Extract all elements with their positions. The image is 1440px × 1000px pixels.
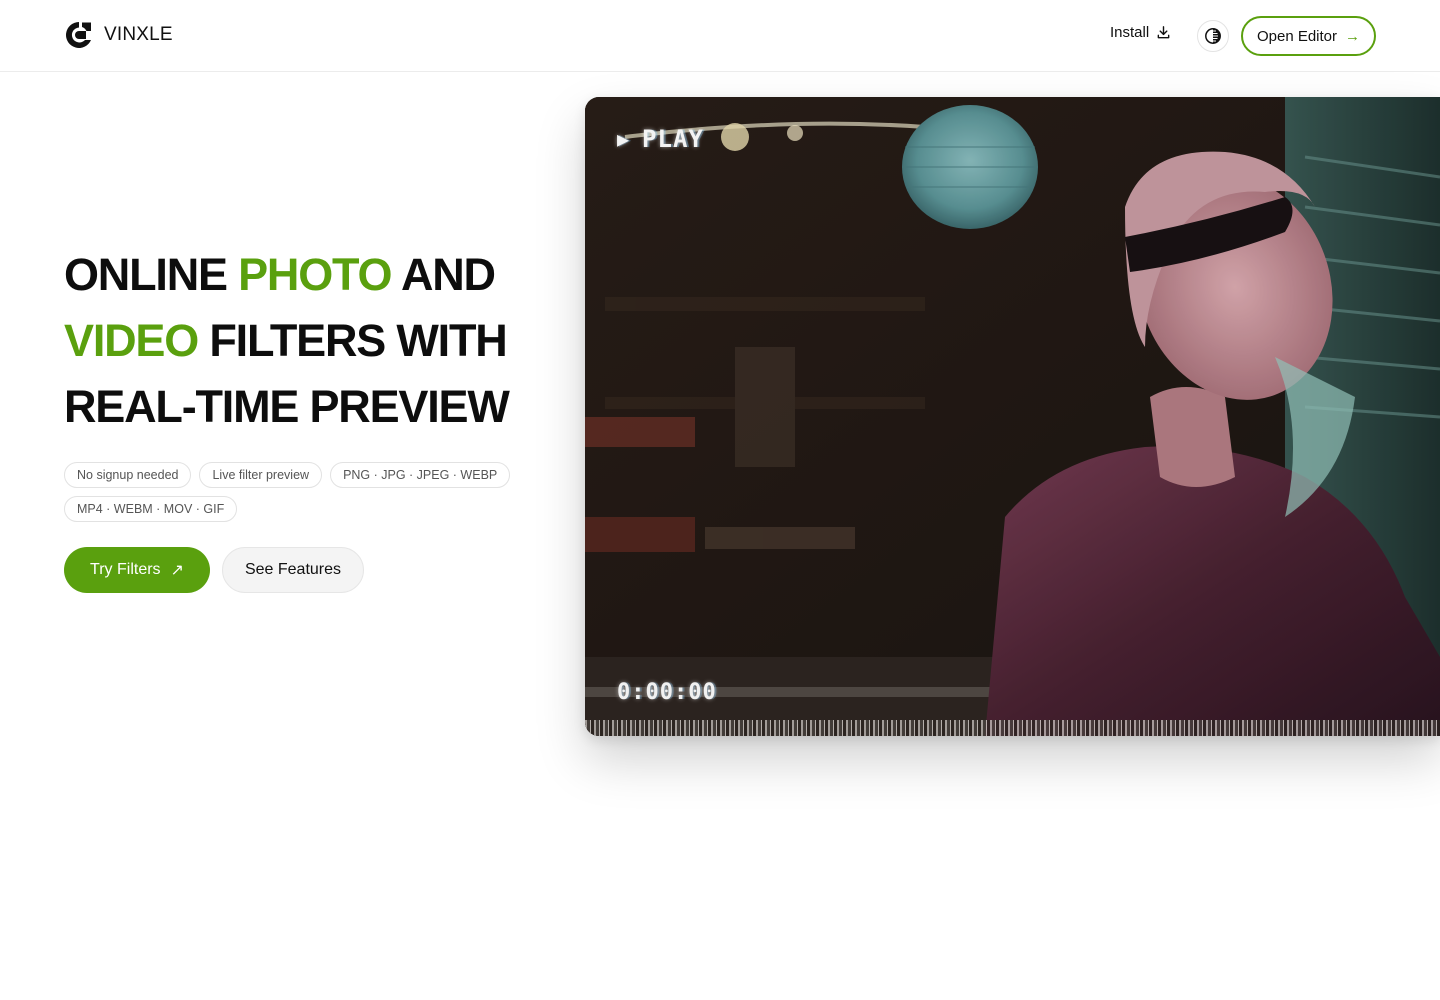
- osd-play-label: PLAY: [642, 125, 704, 153]
- arrow-up-right-icon: ↗: [170, 562, 184, 579]
- download-icon: [1157, 26, 1170, 39]
- see-features-label: See Features: [244, 561, 342, 578]
- headline-text: REAL-TIME PREVIEW: [64, 381, 510, 432]
- vinxle-logo-icon: [66, 22, 91, 48]
- osd-timecode: 0:00:00: [617, 680, 717, 705]
- install-button[interactable]: Install: [1110, 24, 1171, 41]
- brand-logo[interactable]: VINXLE: [64, 20, 173, 50]
- hero-headline: ONLINE PHOTO AND VIDEO FILTERS WITH REAL…: [64, 242, 564, 440]
- brand-name: VINXLE: [104, 24, 173, 45]
- headline-text: FILTERS WITH: [198, 315, 507, 366]
- contrast-icon: [1205, 28, 1221, 44]
- feature-tag: Live filter preview: [199, 462, 323, 488]
- headline-text: ONLINE: [64, 249, 239, 300]
- arrow-right-icon: →: [1345, 27, 1361, 45]
- see-features-button[interactable]: See Features: [222, 547, 364, 593]
- open-editor-button[interactable]: Open Editor →: [1241, 16, 1376, 56]
- feature-tag: No signup needed: [64, 462, 192, 488]
- feature-tag: PNG · JPG · JPEG · WEBP: [330, 462, 511, 488]
- site-header: VINXLE Install Open Editor →: [0, 0, 1440, 72]
- feature-tag: MP4 · WEBM · MOV · GIF: [64, 496, 238, 522]
- vhs-noise-band: [585, 720, 1440, 736]
- cta-row: Try Filters ↗ See Features: [64, 547, 364, 593]
- theme-toggle-button[interactable]: [1197, 20, 1229, 52]
- headline-accent-photo: PHOTO: [238, 249, 392, 300]
- open-editor-label: Open Editor: [1256, 27, 1338, 45]
- osd-play-indicator: ▶ PLAY: [617, 125, 704, 153]
- headline-text: AND: [391, 249, 496, 300]
- try-filters-button[interactable]: Try Filters ↗: [64, 547, 210, 593]
- install-label: Install: [1110, 24, 1150, 41]
- try-filters-label: Try Filters: [90, 561, 161, 578]
- headline-accent-video: VIDEO: [64, 315, 199, 366]
- feature-tags: No signup needed Live filter preview PNG…: [64, 462, 534, 522]
- video-preview[interactable]: ▶ PLAY 0:00:00: [585, 97, 1440, 736]
- play-icon: ▶: [617, 127, 631, 151]
- vhs-filter-preview-image: [585, 97, 1440, 736]
